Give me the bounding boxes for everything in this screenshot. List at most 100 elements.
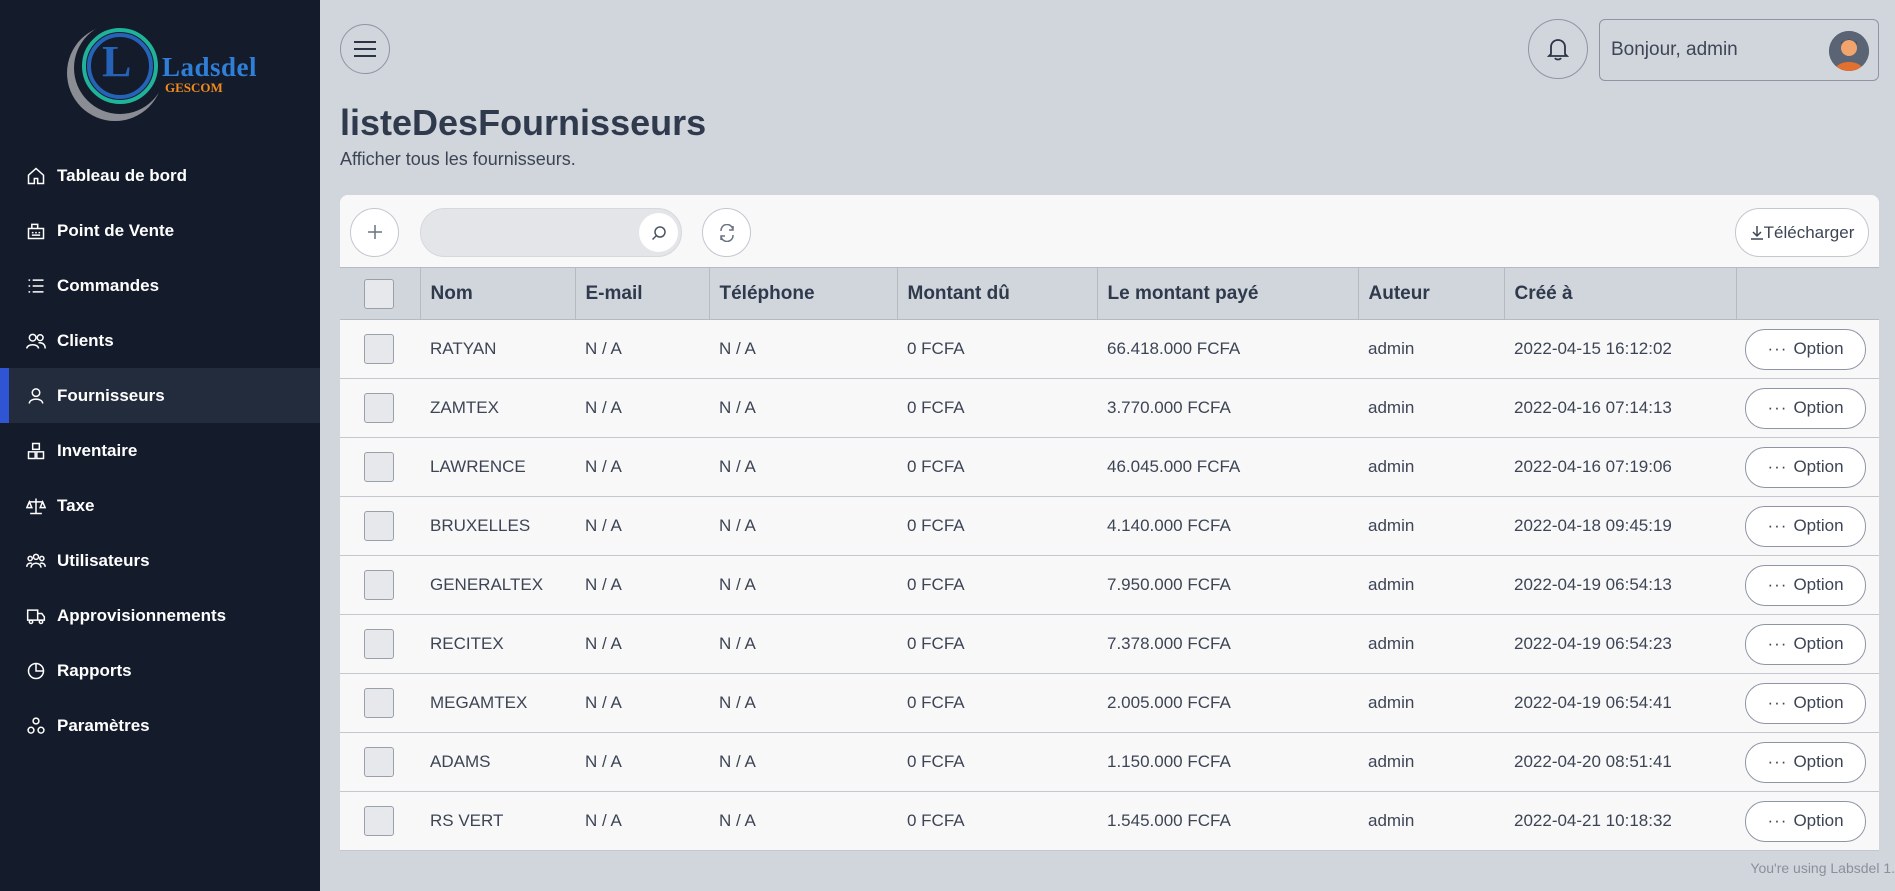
search-button[interactable] [639, 213, 678, 252]
option-button[interactable]: ··· Option [1745, 623, 1866, 665]
cell-due: 0 FCFA [907, 339, 965, 358]
cell-phone: N / A [719, 575, 756, 594]
notifications-button[interactable] [1528, 19, 1588, 79]
plus-icon [367, 220, 383, 246]
refresh-button[interactable] [702, 208, 751, 257]
option-label: Option [1793, 811, 1844, 830]
search-input[interactable] [421, 209, 631, 256]
sidebar-item-approvisionnements[interactable]: Approvisionnements [0, 588, 320, 643]
boxes-icon [26, 441, 46, 461]
column-header-author[interactable]: Auteur [1358, 267, 1505, 320]
hamburger-icon [354, 41, 376, 57]
cell-name: ZAMTEX [430, 398, 499, 417]
cell-phone: N / A [719, 339, 756, 358]
row-checkbox[interactable] [364, 452, 394, 482]
row-checkbox[interactable] [364, 511, 394, 541]
cell-paid: 1.150.000 FCFA [1107, 752, 1231, 771]
sidebar-item-taxe[interactable]: Taxe [0, 478, 320, 533]
column-header-email[interactable]: E-mail [575, 267, 710, 320]
table-row[interactable]: BRUXELLES N / A N / A 0 FCFA 4.140.000 F… [340, 496, 1879, 556]
cell-created: 2022-04-18 09:45:19 [1514, 516, 1672, 535]
row-checkbox[interactable] [364, 334, 394, 364]
cell-created: 2022-04-20 08:51:41 [1514, 752, 1672, 771]
column-header-name[interactable]: Nom [420, 267, 576, 320]
cell-phone: N / A [719, 693, 756, 712]
sidebar-item-fournisseurs[interactable]: Fournisseurs [0, 368, 320, 423]
option-button[interactable]: ··· Option [1745, 564, 1866, 606]
sidebar-item-label: Clients [57, 330, 114, 350]
more-dots-icon: ··· [1767, 516, 1788, 535]
sidebar-item-label: Commandes [57, 275, 160, 295]
sidebar-item-label: Inventaire [57, 440, 138, 460]
cell-phone: N / A [719, 634, 756, 653]
row-select-cell [340, 733, 420, 792]
option-label: Option [1793, 575, 1844, 594]
row-checkbox[interactable] [364, 393, 394, 423]
table-row[interactable]: RS VERT N / A N / A 0 FCFA 1.545.000 FCF… [340, 791, 1879, 851]
cell-created: 2022-04-15 16:12:02 [1514, 339, 1672, 358]
option-button[interactable]: ··· Option [1745, 387, 1866, 429]
cell-created: 2022-04-16 07:19:06 [1514, 457, 1672, 476]
sidebar-item-point-de-vente[interactable]: Point de Vente [0, 203, 320, 258]
sidebar-item-rapports[interactable]: Rapports [0, 643, 320, 698]
cell-name: BRUXELLES [430, 516, 531, 535]
sidebar-item-inventaire[interactable]: Inventaire [0, 423, 320, 478]
option-button[interactable]: ··· Option [1745, 328, 1866, 370]
option-button[interactable]: ··· Option [1745, 741, 1866, 783]
column-header-paid[interactable]: Le montant payé [1097, 267, 1359, 320]
sidebar-item-label: Point de Vente [57, 220, 175, 240]
add-supplier-button[interactable] [350, 208, 399, 257]
pie-chart-icon [26, 661, 46, 681]
row-select-cell [340, 615, 420, 674]
row-checkbox[interactable] [364, 688, 394, 718]
row-checkbox[interactable] [364, 747, 394, 777]
option-button[interactable]: ··· Option [1745, 682, 1866, 724]
cell-author: admin [1368, 339, 1415, 358]
sidebar-item-label: Utilisateurs [57, 550, 150, 570]
cell-paid: 7.378.000 FCFA [1107, 634, 1231, 653]
option-label: Option [1793, 398, 1844, 417]
table-row[interactable]: RATYAN N / A N / A 0 FCFA 66.418.000 FCF… [340, 319, 1879, 379]
user-greeting: Bonjour, admin [1611, 39, 1738, 60]
cell-paid: 7.950.000 FCFA [1107, 575, 1231, 594]
row-checkbox[interactable] [364, 806, 394, 836]
column-header-phone[interactable]: Téléphone [709, 267, 898, 320]
cell-paid: 66.418.000 FCFA [1107, 339, 1241, 358]
more-dots-icon: ··· [1767, 575, 1788, 594]
list-icon [26, 276, 46, 296]
table-row[interactable]: LAWRENCE N / A N / A 0 FCFA 46.045.000 F… [340, 437, 1879, 497]
more-dots-icon: ··· [1767, 693, 1788, 712]
more-dots-icon: ··· [1767, 811, 1788, 830]
row-checkbox[interactable] [364, 570, 394, 600]
table-row[interactable]: ZAMTEX N / A N / A 0 FCFA 3.770.000 FCFA… [340, 378, 1879, 438]
cell-email: N / A [585, 339, 622, 358]
column-header-created[interactable]: Créé à [1504, 267, 1737, 320]
cell-name: RATYAN [430, 339, 497, 358]
table-row[interactable]: RECITEX N / A N / A 0 FCFA 7.378.000 FCF… [340, 614, 1879, 674]
sidebar-item-utilisateurs[interactable]: Utilisateurs [0, 533, 320, 588]
option-button[interactable]: ··· Option [1745, 446, 1866, 488]
table-row[interactable]: MEGAMTEX N / A N / A 0 FCFA 2.005.000 FC… [340, 673, 1879, 733]
option-button[interactable]: ··· Option [1745, 800, 1866, 842]
cell-name: RS VERT [430, 811, 504, 830]
pos-icon [26, 221, 46, 241]
column-header-due[interactable]: Montant dû [897, 267, 1098, 320]
table-row[interactable]: GENERALTEX N / A N / A 0 FCFA 7.950.000 … [340, 555, 1879, 615]
sidebar-item-tableau-de-bord[interactable]: Tableau de bord [0, 148, 320, 203]
row-checkbox[interactable] [364, 629, 394, 659]
option-button[interactable]: ··· Option [1745, 505, 1866, 547]
table-row[interactable]: ADAMS N / A N / A 0 FCFA 1.150.000 FCFA … [340, 732, 1879, 792]
sidebar-item-clients[interactable]: Clients [0, 313, 320, 368]
select-all-checkbox[interactable] [364, 278, 394, 309]
row-select-cell [340, 379, 420, 438]
cell-phone: N / A [719, 811, 756, 830]
sidebar-item-commandes[interactable]: Commandes [0, 258, 320, 313]
cell-name: LAWRENCE [430, 457, 526, 476]
download-button[interactable]: Télécharger [1735, 208, 1869, 257]
user-menu[interactable]: Bonjour, admin [1599, 19, 1879, 81]
table-header-row: Nom E-mail Téléphone Montant dû Le monta… [340, 267, 1879, 320]
search-box [420, 208, 682, 257]
sidebar-item-parametres[interactable]: Paramètres [0, 698, 320, 753]
bell-icon [1547, 39, 1569, 61]
menu-toggle-button[interactable] [340, 24, 390, 74]
